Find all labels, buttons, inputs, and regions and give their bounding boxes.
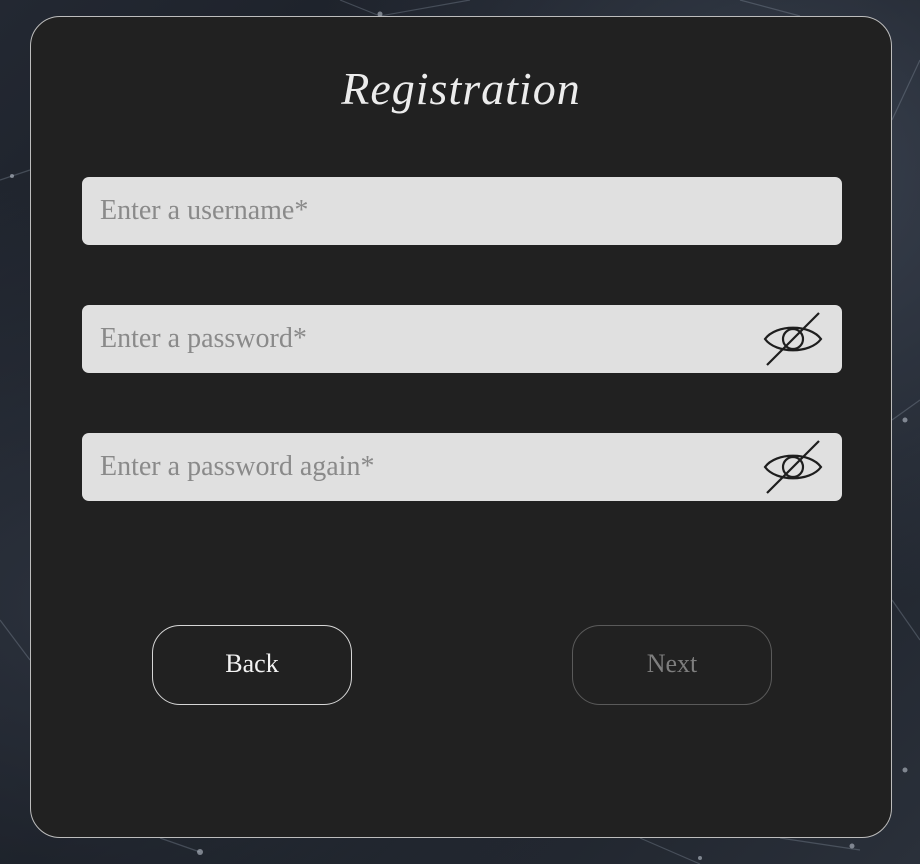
- eye-slash-icon[interactable]: [762, 312, 824, 366]
- next-button[interactable]: Next: [572, 625, 772, 705]
- username-input[interactable]: [82, 177, 842, 245]
- page-title: Registration: [341, 63, 581, 114]
- back-button[interactable]: Back: [152, 625, 352, 705]
- confirm-password-input[interactable]: [82, 433, 842, 501]
- username-field[interactable]: [82, 177, 842, 245]
- confirm-password-field[interactable]: [82, 433, 842, 501]
- password-field[interactable]: [82, 305, 842, 373]
- eye-slash-icon[interactable]: [762, 440, 824, 494]
- password-input[interactable]: [82, 305, 842, 373]
- registration-panel: Registration Back Next: [30, 16, 892, 838]
